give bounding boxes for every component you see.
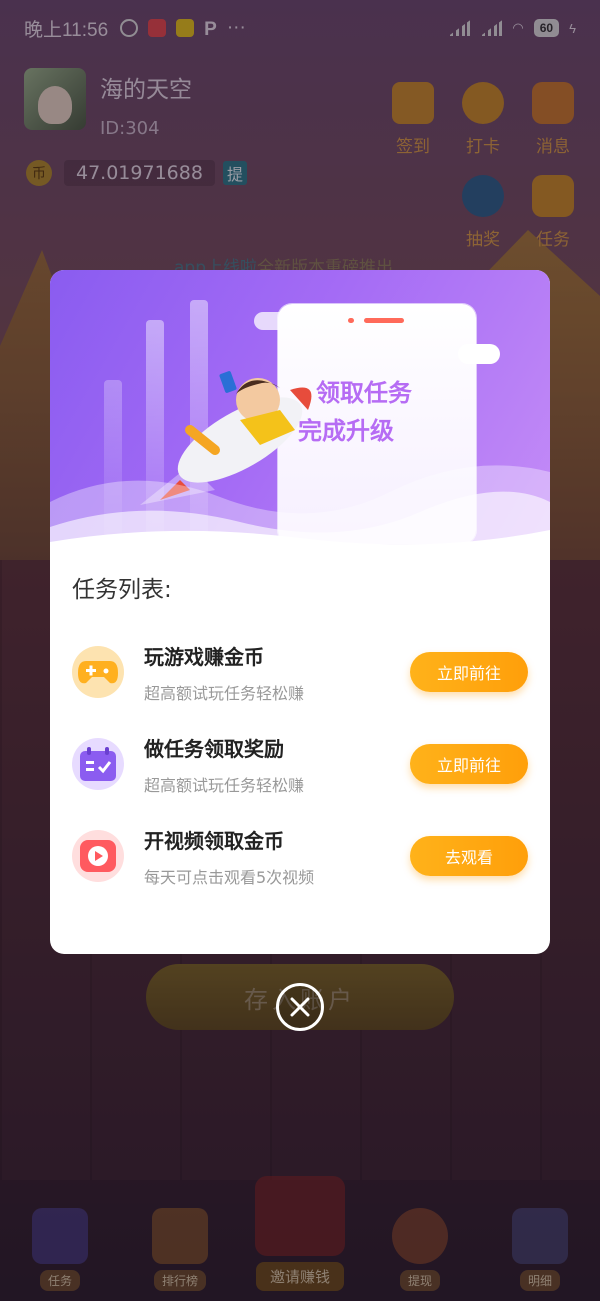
close-icon — [290, 997, 310, 1017]
close-modal-button[interactable] — [276, 983, 324, 1031]
go-now-button[interactable]: 立即前往 — [410, 652, 528, 692]
task-subtitle: 超高额试玩任务轻松赚 — [144, 775, 305, 795]
task-title: 开视频领取金币 — [144, 828, 284, 853]
task-item-video: 开视频领取金币 每天可点击观看5次视频 去观看 — [72, 810, 528, 902]
task-subtitle: 每天可点击观看5次视频 — [144, 867, 315, 887]
modal-banner: 领取任务 完成升级 — [50, 270, 550, 550]
wave-decoration — [50, 465, 550, 550]
watch-video-button[interactable]: 去观看 — [410, 836, 528, 876]
modal-body: 任务列表: 玩游戏赚金币 超高额试玩任务轻松赚 立即前往 做任务领取奖励 超高额… — [50, 550, 550, 902]
go-now-button[interactable]: 立即前往 — [410, 744, 528, 784]
headline-line-1: 领取任务 — [316, 379, 412, 407]
banner-headline: 领取任务 完成升级 — [298, 374, 412, 450]
play-icon — [72, 830, 124, 882]
task-title: 做任务领取奖励 — [144, 736, 284, 761]
cloud-icon — [458, 344, 500, 364]
task-subtitle: 超高额试玩任务轻松赚 — [144, 683, 305, 703]
calendar-check-icon — [72, 738, 124, 790]
task-item-missions: 做任务领取奖励 超高额试玩任务轻松赚 立即前往 — [72, 718, 528, 810]
task-modal: 领取任务 完成升级 任务列表: 玩游戏赚金币 超高额试玩任务轻松赚 立即前往 做… — [50, 270, 550, 954]
task-item-game: 玩游戏赚金币 超高额试玩任务轻松赚 立即前往 — [72, 626, 528, 718]
task-list-title: 任务列表: — [72, 577, 172, 603]
task-title: 玩游戏赚金币 — [144, 644, 264, 669]
gamepad-icon — [72, 646, 124, 698]
